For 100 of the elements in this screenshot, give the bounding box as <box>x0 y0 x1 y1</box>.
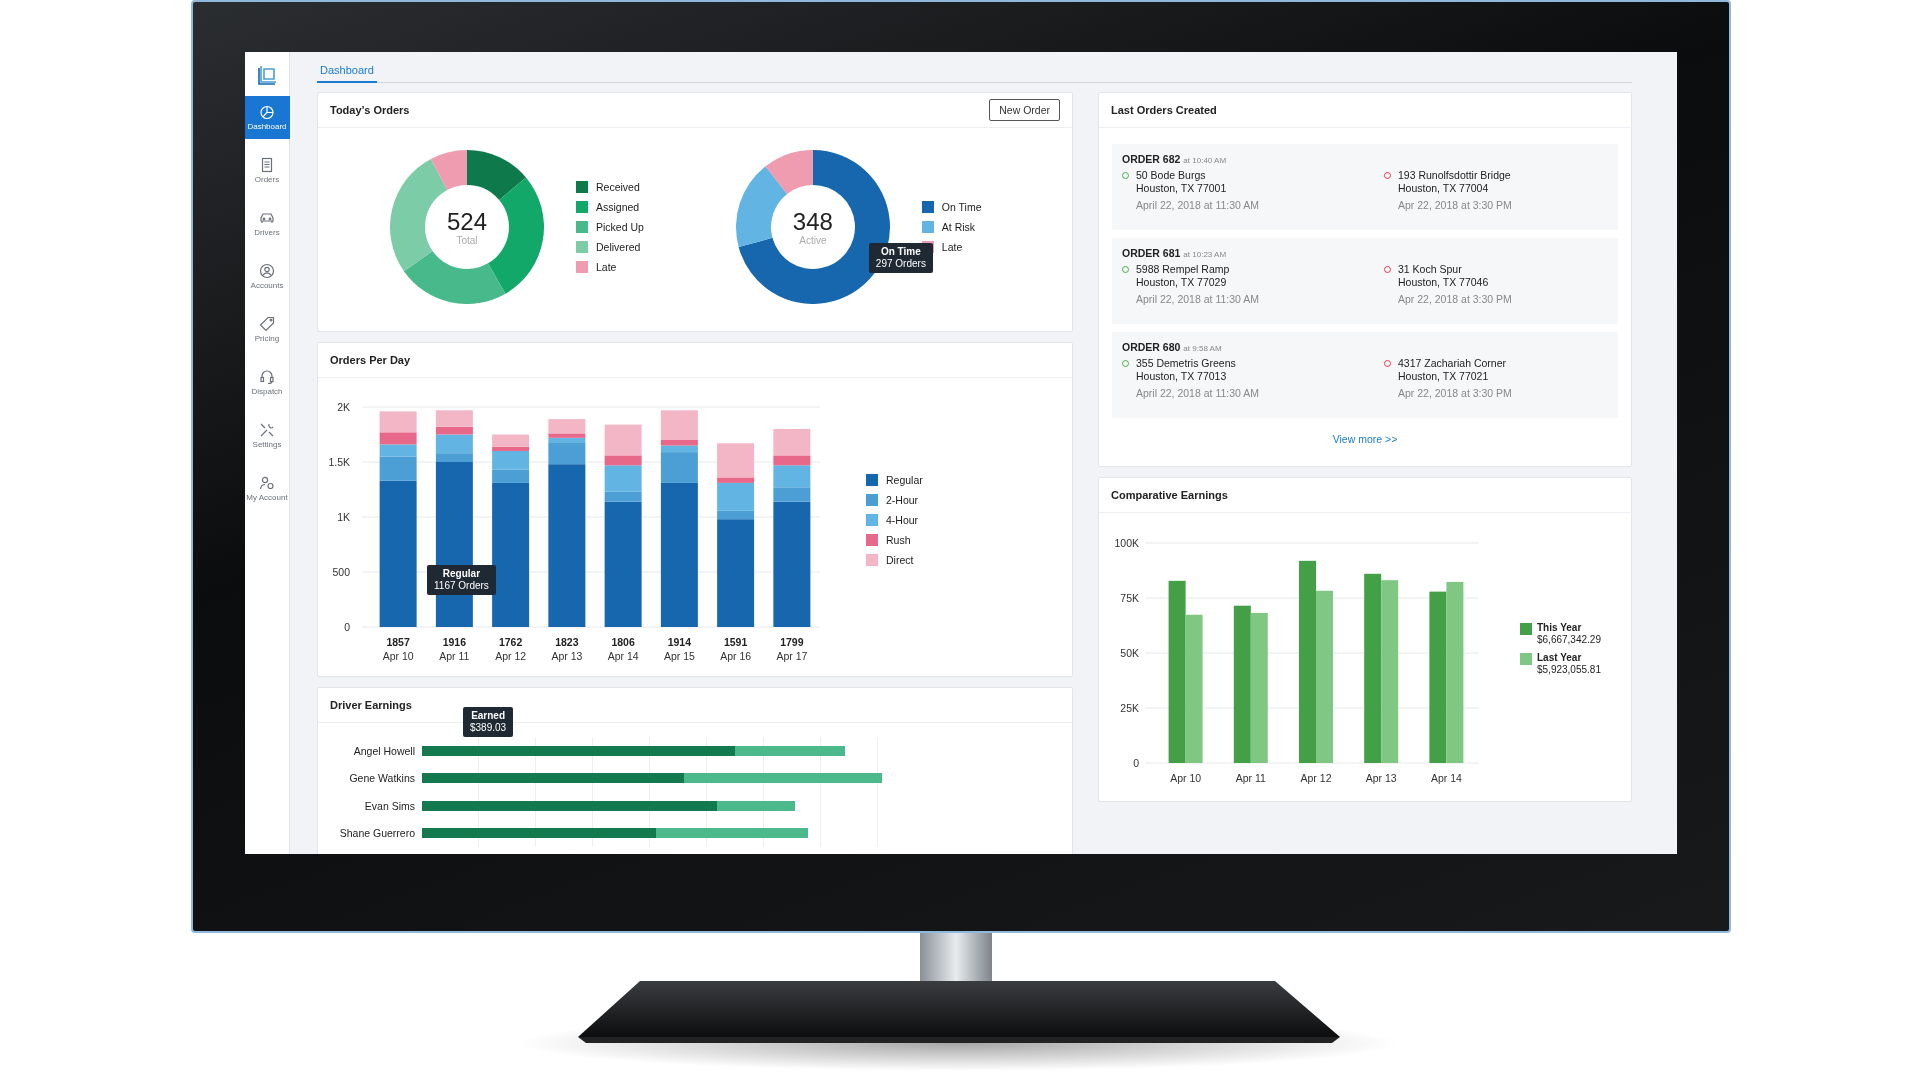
legend-label: Rush <box>886 534 911 546</box>
scheduled-date: Apr 22, 2018 at 3:30 PM <box>1398 199 1512 212</box>
axis-tick-label: 500 <box>332 566 350 578</box>
user-circle-icon <box>259 263 275 279</box>
receipt-icon <box>259 157 275 173</box>
tooltip-text: 297 Orders <box>875 258 926 270</box>
card-title: Today’s Orders <box>330 104 410 116</box>
axis-category-label: Apr 12 <box>495 650 527 662</box>
axis-tick-label: 2K <box>337 401 350 413</box>
order-number: ORDER 682 <box>1122 153 1181 165</box>
tab[interactable]: Dashboard <box>317 64 377 83</box>
sidebar-item[interactable]: My Account <box>245 467 290 510</box>
headset-icon <box>259 369 275 385</box>
scheduled-date: Apr 22, 2018 at 3:30 PM <box>1398 387 1512 400</box>
legend-label: 2-Hour <box>886 494 919 506</box>
address-street: 50 Bode Burgs <box>1136 169 1207 182</box>
bar-total-label: 1916 <box>442 636 467 648</box>
tools-icon <box>259 422 275 438</box>
legend-label: On Time <box>941 201 982 213</box>
order-time: at 10:40 AM <box>1183 156 1227 165</box>
driver-name: Shane Guerrero <box>338 827 415 840</box>
logo-icon <box>256 64 278 86</box>
axis-category-label: Apr 10 <box>1170 772 1202 784</box>
driver-name: Evan Sims <box>363 799 415 812</box>
donut-caption: Active <box>799 234 827 246</box>
legend-label: Picked Up <box>596 221 644 233</box>
axis-category-label: Apr 14 <box>1430 772 1462 784</box>
scheduled-date: Apr 22, 2018 at 3:30 PM <box>1398 293 1512 306</box>
address-street: 193 Runolfsdottir Bridge <box>1398 169 1512 182</box>
sidebar-item[interactable]: Accounts <box>245 255 290 298</box>
legend-label: Late <box>596 261 617 273</box>
legend-total: $5,923,055.81 <box>1537 664 1601 676</box>
donut-value: 348 <box>792 208 833 235</box>
legend-label: This Year <box>1537 622 1583 634</box>
card-title: Driver Earnings <box>330 699 412 711</box>
axis-tick-label: 1.5K <box>328 456 350 468</box>
tooltip-title: Regular <box>442 568 481 580</box>
legend-label: 4-Hour <box>886 514 919 526</box>
scheduled-date: April 22, 2018 at 11:30 AM <box>1136 293 1259 306</box>
order-number: ORDER 680 <box>1122 341 1181 353</box>
axis-category-label: Apr 13 <box>551 650 583 662</box>
address-city: Houston, TX 77029 <box>1136 275 1228 288</box>
address-city: Houston, TX 77046 <box>1398 275 1490 288</box>
driver-name: Angel Howell <box>352 744 415 757</box>
axis-tick-label: 75K <box>1120 592 1139 604</box>
scheduled-date: April 22, 2018 at 11:30 AM <box>1136 387 1259 400</box>
axis-tick-label: 0 <box>344 621 350 633</box>
card-title: Last Orders Created <box>1111 104 1217 116</box>
address-city: Houston, TX 77021 <box>1398 369 1490 382</box>
axis-category-label: Apr 11 <box>1235 772 1266 784</box>
sidebar-item[interactable]: Orders <box>245 149 290 192</box>
axis-category-label: Apr 15 <box>663 650 695 662</box>
legend-label: Direct <box>886 554 914 566</box>
axis-category-label: Apr 16 <box>720 650 752 662</box>
axis-category-label: Apr 14 <box>607 650 639 662</box>
bar-total-label: 1806 <box>611 636 635 648</box>
axis-tick-label: 100K <box>1114 537 1139 549</box>
tooltip-text: $389.03 <box>470 722 507 734</box>
bar-total-label: 1857 <box>386 636 410 648</box>
bar-total-label: 1823 <box>555 636 579 648</box>
sidebar-item[interactable]: Settings <box>245 414 290 457</box>
axis-category-label: Apr 11 <box>439 650 470 662</box>
axis-category-label: Apr 13 <box>1365 772 1397 784</box>
legend-label: Received <box>596 181 640 193</box>
bar-total-label: 1762 <box>498 636 523 648</box>
new-order-button[interactable]: New Order <box>989 99 1060 121</box>
order-number: ORDER 681 <box>1122 247 1181 259</box>
price-tag-icon <box>259 316 275 332</box>
view-more-link[interactable]: View more >> <box>1332 433 1398 445</box>
legend-label: Late <box>941 241 963 253</box>
order-time: at 9:58 AM <box>1183 344 1222 353</box>
address-city: Houston, TX 77001 <box>1136 181 1228 194</box>
address-city: Houston, TX 77004 <box>1398 181 1490 194</box>
sidebar-item[interactable]: Pricing <box>245 308 290 351</box>
axis-category-label: Apr 12 <box>1300 772 1332 784</box>
axis-tick-label: 25K <box>1120 702 1139 714</box>
tooltip-title: On Time <box>880 246 921 258</box>
address-street: 4317 Zachariah Corner <box>1398 357 1507 370</box>
bar-total-label: 1591 <box>723 636 748 648</box>
address-street: 31 Koch Spur <box>1398 263 1463 276</box>
order-time: at 10:23 AM <box>1183 250 1227 259</box>
pie-chart-icon <box>259 104 275 120</box>
bar-total-label: 1914 <box>667 636 692 648</box>
axis-tick-label: 1K <box>337 511 350 523</box>
sidebar-item[interactable]: Dispatch <box>245 361 290 404</box>
card-title: Orders Per Day <box>330 354 411 366</box>
sidebar-item[interactable]: Dashboard <box>245 96 290 139</box>
car-icon <box>259 210 275 226</box>
axis-tick-label: 0 <box>1133 757 1139 769</box>
legend-label: Last Year <box>1537 652 1583 664</box>
legend-label: Regular <box>886 474 923 486</box>
address-street: 355 Demetris Greens <box>1136 357 1237 370</box>
axis-tick-label: 50K <box>1120 647 1139 659</box>
address-street: 5988 Rempel Ramp <box>1136 263 1231 276</box>
sidebar-item[interactable]: Drivers <box>245 202 290 245</box>
card-title: Comparative Earnings <box>1111 489 1228 501</box>
legend-total: $6,667,342.29 <box>1537 634 1601 646</box>
address-city: Houston, TX 77013 <box>1136 369 1228 382</box>
axis-category-label: Apr 10 <box>382 650 414 662</box>
legend-label: At Risk <box>941 221 976 233</box>
